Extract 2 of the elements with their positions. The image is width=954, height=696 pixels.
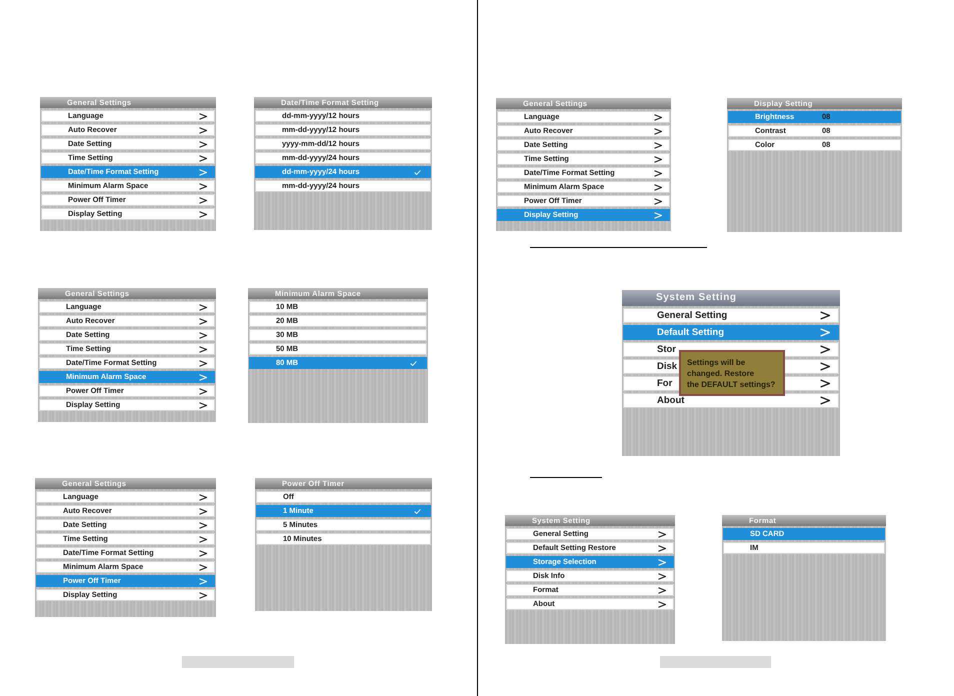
dialog-message: Settings will be changed. Restore the DEFAULT settings? <box>687 356 776 390</box>
screen-title: System Setting <box>622 290 840 306</box>
